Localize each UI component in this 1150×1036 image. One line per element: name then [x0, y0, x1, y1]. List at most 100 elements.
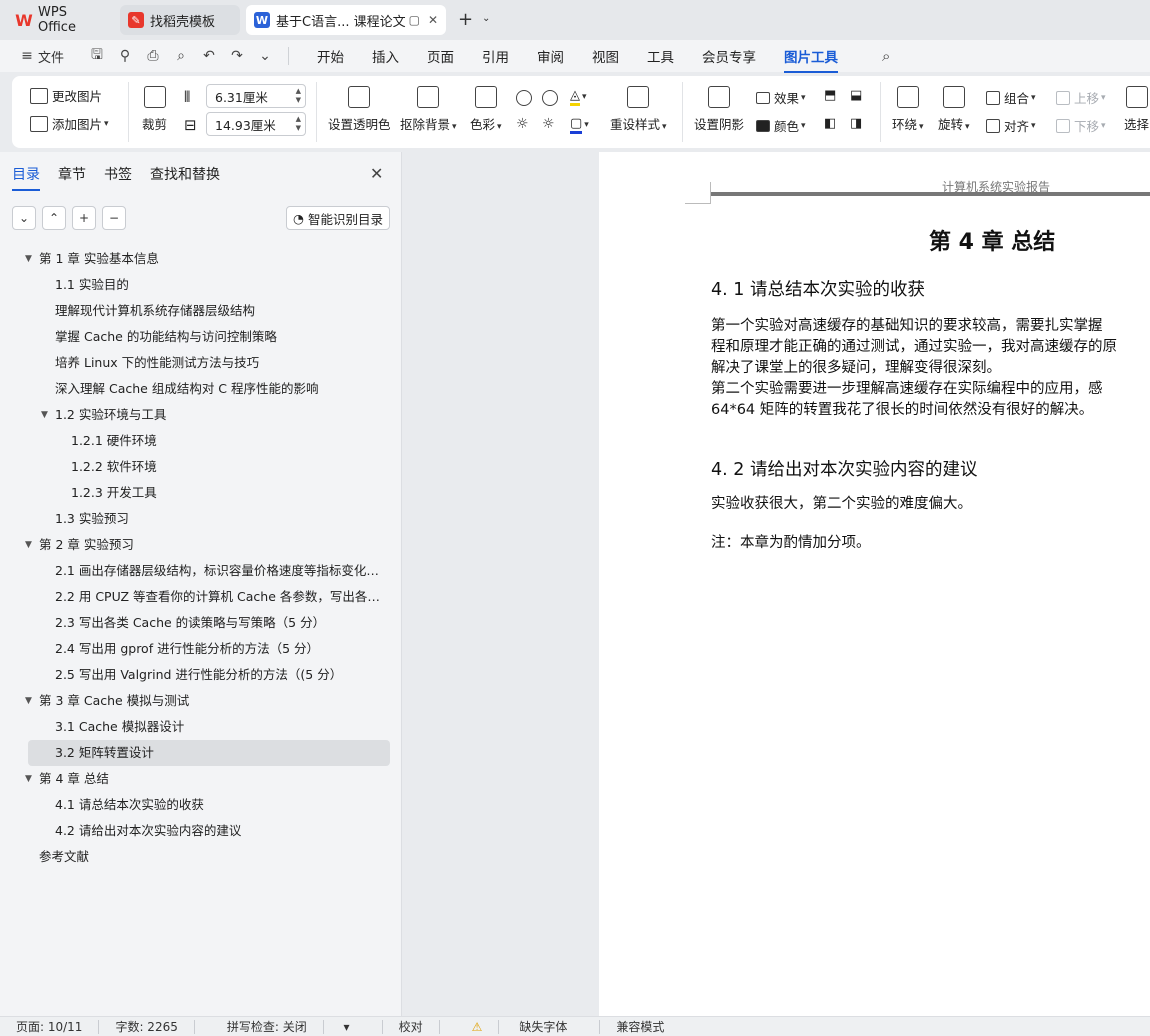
- toc-item[interactable]: 培养 Linux 下的性能测试方法与技巧: [0, 350, 390, 376]
- tab-menu-5[interactable]: 视图: [578, 46, 633, 66]
- proofread-button[interactable]: 校对: [383, 1019, 440, 1034]
- tab-template[interactable]: ✎ 找稻壳模板: [120, 5, 240, 35]
- remove-heading-minus-icon[interactable]: −: [102, 206, 126, 230]
- fill-color-icon[interactable]: ◬ ▾: [570, 88, 587, 106]
- tab-menu-7[interactable]: 会员专享: [688, 46, 770, 66]
- toc-item[interactable]: 掌握 Cache 的功能结构与访问控制策略: [0, 324, 390, 350]
- new-tab-plus-icon[interactable]: +: [458, 9, 473, 30]
- select-button[interactable]: 选择: [1124, 86, 1149, 133]
- document-page[interactable]: 计算机系统实验报告 第 4 章 总结 4. 1 请总结本次实验的收获 第一个实验…: [599, 152, 1150, 1016]
- redo-icon[interactable]: ↷: [228, 48, 246, 64]
- decrease-brightness-icon[interactable]: ☼: [542, 116, 555, 132]
- change-image-button[interactable]: 更改图片: [30, 86, 102, 105]
- toc-item[interactable]: 3.2 矩阵转置设计: [28, 740, 390, 766]
- expand-triangle-icon[interactable]: ▼: [25, 688, 32, 714]
- spinner-arrows-icon[interactable]: ▲ ▼: [296, 115, 301, 133]
- spell-check-toggle[interactable]: 拼写检查: 关闭 ▾: [195, 1019, 383, 1034]
- tab-menu-2[interactable]: 页面: [413, 46, 468, 66]
- expand-triangle-icon[interactable]: ▼: [41, 402, 48, 428]
- add-image-button[interactable]: 添加图片 ▾: [30, 114, 109, 133]
- toc-item[interactable]: ▼ 第 2 章 实验预习: [0, 532, 390, 558]
- reset-style-button[interactable]: 重设样式 ▾: [610, 86, 667, 133]
- toc-item[interactable]: 1.1 实验目的: [0, 272, 390, 298]
- toc-item[interactable]: 2.2 用 CPUZ 等查看你的计算机 Cache 各参数，写出各级 Cache…: [0, 584, 390, 610]
- nav-tab-1[interactable]: 章节: [58, 164, 86, 184]
- align-button[interactable]: 对齐 ▾: [986, 116, 1036, 135]
- missing-font-button[interactable]: ⚠ 缺失字体: [440, 1019, 601, 1034]
- tab-menu-3[interactable]: 引用: [468, 46, 523, 66]
- effects-button[interactable]: 效果 ▾: [756, 88, 806, 107]
- toc-item[interactable]: 理解现代计算机系统存储器层级结构: [0, 298, 390, 324]
- toc-item[interactable]: 参考文献: [0, 844, 390, 870]
- smart-toc-button[interactable]: ◔ 智能识别目录: [286, 206, 390, 230]
- document-canvas[interactable]: 计算机系统实验报告 第 4 章 总结 4. 1 请总结本次实验的收获 第一个实验…: [403, 152, 1150, 1016]
- rotate-button[interactable]: 旋转 ▾: [938, 86, 970, 133]
- set-shadow-button[interactable]: 设置阴影: [694, 86, 744, 133]
- file-menu[interactable]: 文件: [38, 47, 64, 66]
- share-icon[interactable]: ⚲: [116, 48, 134, 64]
- word-count[interactable]: 字数: 2265: [99, 1019, 195, 1034]
- crop-button[interactable]: 裁剪: [142, 86, 167, 133]
- tab-menu-0[interactable]: 开始: [303, 46, 358, 66]
- shadow-down-icon[interactable]: ⬓: [850, 88, 862, 103]
- print-icon[interactable]: ⎙: [144, 48, 162, 64]
- shadow-right-icon[interactable]: ◨: [850, 116, 862, 131]
- move-up-button[interactable]: 上移 ▾: [1056, 88, 1106, 107]
- close-icon[interactable]: ✕: [428, 13, 438, 27]
- toc-item[interactable]: 3.1 Cache 模拟器设计: [0, 714, 390, 740]
- increase-contrast-icon[interactable]: [516, 90, 532, 106]
- toc-item[interactable]: 1.2.1 硬件环境: [0, 428, 390, 454]
- nav-tab-3[interactable]: 查找和替换: [150, 164, 220, 184]
- remove-background-button[interactable]: 抠除背景 ▾: [400, 86, 457, 133]
- border-color-icon[interactable]: ▢ ▾: [570, 116, 589, 134]
- toc-item[interactable]: 1.2.2 软件环境: [0, 454, 390, 480]
- search-icon[interactable]: ⌕: [882, 47, 890, 65]
- toc-item[interactable]: 2.4 写出用 gprof 进行性能分析的方法（5 分）: [0, 636, 390, 662]
- save-icon[interactable]: 🖫: [88, 44, 106, 68]
- chevron-up-icon[interactable]: ⌃: [42, 206, 66, 230]
- expand-triangle-icon[interactable]: ▼: [25, 246, 32, 272]
- tab-menu-6[interactable]: 工具: [633, 46, 688, 66]
- toc-item[interactable]: 4.1 请总结本次实验的收获: [0, 792, 390, 818]
- increase-brightness-icon[interactable]: ☼: [516, 116, 529, 132]
- chevron-down-icon[interactable]: ⌄: [256, 48, 274, 64]
- move-down-button[interactable]: 下移 ▾: [1056, 116, 1106, 135]
- color-adjust-button[interactable]: 色彩 ▾: [470, 86, 502, 133]
- expand-triangle-icon[interactable]: ▼: [25, 532, 32, 558]
- tab-menu-1[interactable]: 插入: [358, 46, 413, 66]
- toc-item[interactable]: 2.5 写出用 Valgrind 进行性能分析的方法（(5 分）: [0, 662, 390, 688]
- toc-item[interactable]: ▼ 第 1 章 实验基本信息: [0, 246, 390, 272]
- close-icon[interactable]: ✕: [370, 164, 383, 183]
- add-heading-plus-icon[interactable]: +: [72, 206, 96, 230]
- color-button[interactable]: 颜色 ▾: [756, 116, 806, 135]
- toc-item[interactable]: 深入理解 Cache 组成结构对 C 程序性能的影响: [0, 376, 390, 402]
- tab-wps-office[interactable]: W WPS Office: [8, 5, 116, 35]
- collapse-down-chevron-icon[interactable]: ⌄: [12, 206, 36, 230]
- wrap-button[interactable]: 环绕 ▾: [892, 86, 924, 133]
- undo-icon[interactable]: ↶: [200, 48, 218, 64]
- spinner-arrows-icon[interactable]: ▲ ▼: [296, 87, 301, 105]
- toc-item[interactable]: 1.3 实验预习: [0, 506, 390, 532]
- shadow-left-icon[interactable]: ◧: [824, 116, 836, 131]
- toc-item[interactable]: 1.2.3 开发工具: [0, 480, 390, 506]
- chevron-down-icon[interactable]: ⌄: [482, 13, 490, 24]
- page-count[interactable]: 页面: 10/11: [0, 1019, 100, 1034]
- toc-item[interactable]: ▼ 第 3 章 Cache 模拟与测试: [0, 688, 390, 714]
- tab-window-icon[interactable]: ▢: [409, 13, 420, 27]
- toc-item[interactable]: ▼ 1.2 实验环境与工具: [0, 402, 390, 428]
- width-input[interactable]: 6.31厘米 ▲ ▼: [206, 84, 306, 108]
- print-preview-icon[interactable]: ⌕: [172, 48, 190, 64]
- hamburger-menu-icon[interactable]: ≡: [18, 48, 36, 64]
- tab-menu-8[interactable]: 图片工具: [770, 46, 852, 73]
- height-input[interactable]: 14.93厘米 ▲ ▼: [206, 112, 306, 136]
- shadow-up-icon[interactable]: ⬒: [824, 88, 836, 103]
- toc-item[interactable]: ▼ 第 4 章 总结: [0, 766, 390, 792]
- set-transparent-button[interactable]: 设置透明色: [328, 86, 391, 133]
- nav-tab-2[interactable]: 书签: [104, 164, 132, 184]
- expand-triangle-icon[interactable]: ▼: [25, 766, 32, 792]
- tab-document[interactable]: W 基于C语言... 课程论文 ▢ ✕: [246, 5, 446, 35]
- toc-item[interactable]: 2.3 写出各类 Cache 的读策略与写策略（5 分）: [0, 610, 390, 636]
- toc-item[interactable]: 2.1 画出存储器层级结构，标识容量价格速度等指标变化（5分）: [0, 558, 390, 584]
- decrease-contrast-icon[interactable]: [542, 90, 558, 106]
- toc-item[interactable]: 4.2 请给出对本次实验内容的建议: [0, 818, 390, 844]
